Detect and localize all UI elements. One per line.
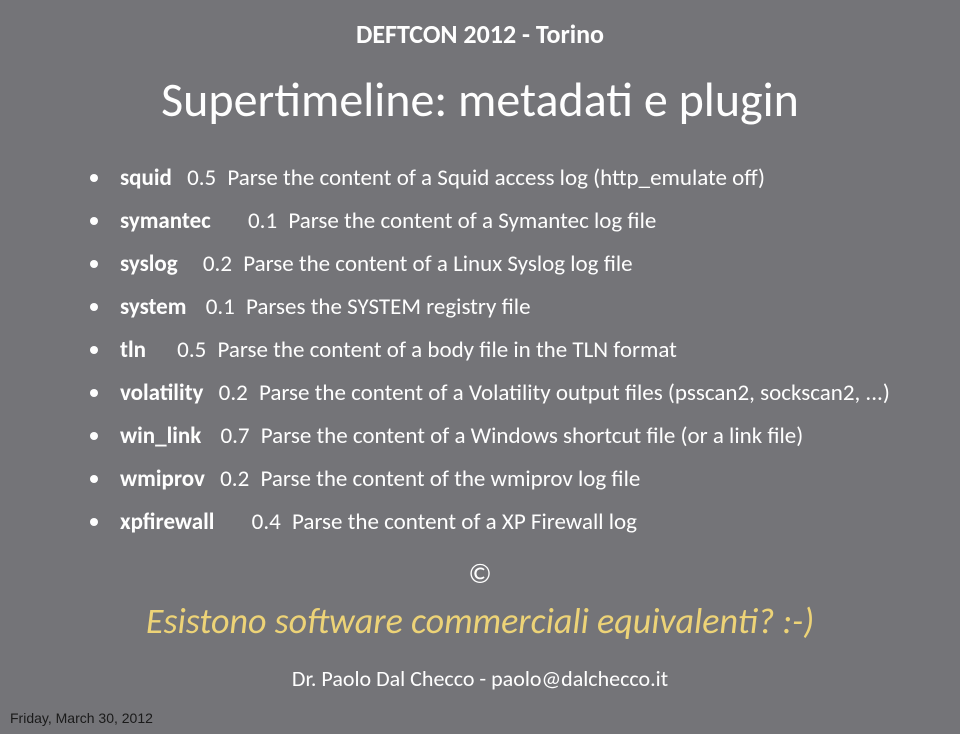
list-item: tln 0.5 Parse the content of a body file… [90, 335, 920, 366]
bullet-icon [90, 475, 98, 483]
footer-question: Esistono software commerciali equivalent… [0, 599, 960, 643]
bullet-icon [90, 174, 98, 182]
list-item: win_link 0.7 Parse the content of a Wind… [90, 421, 920, 452]
plugin-desc: Parse the content of a Windows shortcut … [261, 422, 803, 450]
plugin-desc: Parse the content of a Squid access log … [227, 164, 765, 192]
bullet-icon [90, 346, 98, 354]
bullet-icon [90, 389, 98, 397]
plugin-name: win_link [120, 422, 201, 450]
bullet-icon [90, 303, 98, 311]
plugin-list: squid 0.5 Parse the content of a Squid a… [0, 163, 960, 538]
plugin-version: 0.5 [177, 336, 206, 364]
list-item: symantec 0.1 Parse the content of a Syma… [90, 206, 920, 237]
plugin-version: 0.2 [220, 465, 249, 493]
plugin-name: tln [120, 336, 146, 364]
list-item: volatility 0.2 Parse the content of a Vo… [90, 378, 920, 409]
plugin-name: volatility [120, 379, 203, 407]
plugin-desc: Parse the content of a body file in the … [218, 336, 677, 364]
plugin-version: 0.5 [187, 164, 216, 192]
copyright-symbol: © [0, 556, 960, 591]
plugin-version: 0.1 [206, 293, 235, 321]
plugin-desc: Parse the content of a Linux Syslog log … [243, 250, 632, 278]
plugin-desc: Parse the content of a XP Firewall log [292, 508, 637, 536]
bullet-icon [90, 260, 98, 268]
plugin-name: squid [120, 164, 172, 192]
plugin-version: 0.7 [220, 422, 249, 450]
list-item: wmiprov 0.2 Parse the content of the wmi… [90, 464, 920, 495]
list-item: system 0.1 Parses the SYSTEM registry fi… [90, 292, 920, 323]
slide-header: DEFTCON 2012 - Torino [0, 0, 960, 50]
bullet-icon [90, 432, 98, 440]
plugin-version: 0.1 [248, 207, 277, 235]
slide-date: Friday, March 30, 2012 [10, 710, 153, 726]
plugin-name: syslog [120, 250, 178, 278]
author-line: Dr. Paolo Dal Checco - paolo@dalchecco.i… [0, 665, 960, 692]
plugin-name: symantec [120, 207, 211, 235]
slide-title: Supertimeline: metadati e plugin [0, 70, 960, 129]
plugin-version: 0.4 [252, 508, 281, 536]
plugin-desc: Parse the content of a Symantec log file [288, 207, 656, 235]
plugin-name: system [120, 293, 186, 321]
list-item: squid 0.5 Parse the content of a Squid a… [90, 163, 920, 194]
bullet-icon [90, 217, 98, 225]
plugin-name: wmiprov [120, 465, 205, 493]
plugin-version: 0.2 [219, 379, 248, 407]
bullet-icon [90, 518, 98, 526]
list-item: xpfirewall 0.4 Parse the content of a XP… [90, 507, 920, 538]
plugin-desc: Parses the SYSTEM registry file [246, 293, 531, 321]
plugin-name: xpfirewall [120, 508, 214, 536]
plugin-version: 0.2 [203, 250, 232, 278]
list-item: syslog 0.2 Parse the content of a Linux … [90, 249, 920, 280]
plugin-desc: Parse the content of the wmiprov log fil… [260, 465, 640, 493]
plugin-desc: Parse the content of a Volatility output… [259, 379, 890, 407]
